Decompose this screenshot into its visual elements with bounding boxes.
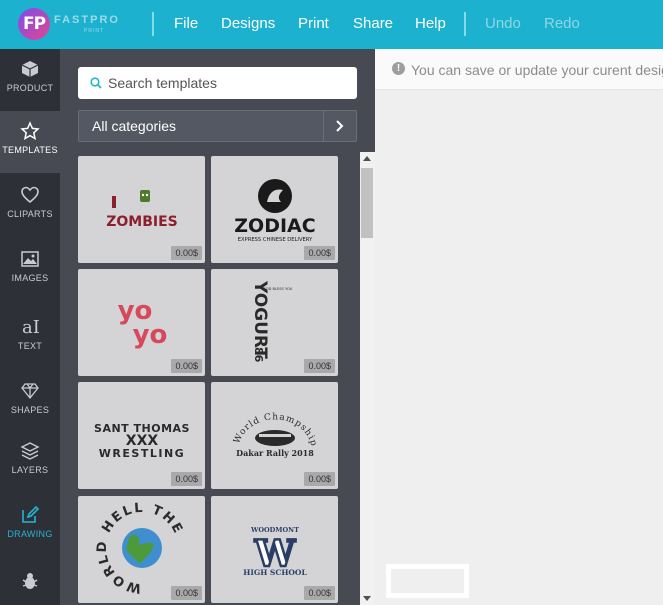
template-card-zombies[interactable]: ZOMBIES 0.00$ <box>78 156 205 263</box>
top-bar: FP FASTPRO PRINT File Designs Print Shar… <box>0 0 663 49</box>
chevron-right-icon <box>336 120 344 132</box>
logo-mark: FP <box>18 8 50 40</box>
template-price: 0.00$ <box>171 586 202 600</box>
scroll-thumb[interactable] <box>361 168 373 238</box>
diamond-icon <box>21 383 39 400</box>
redo-button[interactable]: Redo <box>544 15 580 32</box>
template-text: 86 <box>252 347 265 363</box>
template-card-world-hell-the[interactable]: WORLD HELL THE 0.00$ <box>78 496 205 603</box>
menu-divider <box>152 12 154 36</box>
template-price: 0.00$ <box>304 246 335 260</box>
scroll-up-arrow-icon[interactable] <box>363 156 371 161</box>
rail-text[interactable]: aI TEXT <box>0 305 60 367</box>
search-icon <box>90 77 102 89</box>
menu-file[interactable]: File <box>174 15 198 32</box>
rail-label: SHAPES <box>10 405 50 415</box>
template-subtext: EXPRESS CHINESE DELIVERY <box>238 237 313 243</box>
rail-drawing[interactable]: DRAWING <box>0 495 60 557</box>
logo-subtitle: PRINT <box>84 28 104 34</box>
rail-label: TEXT <box>17 341 43 351</box>
text-icon: aI <box>22 317 40 337</box>
rail-shapes[interactable]: SHAPES <box>0 371 60 433</box>
rail-label: CLIPARTS <box>7 209 53 219</box>
template-card-zodiac[interactable]: ZODIAC EXPRESS CHINESE DELIVERY 0.00$ <box>211 156 338 263</box>
pencil-icon <box>22 505 40 523</box>
tool-rail: PRODUCT TEMPLATES CLIPARTS IMAGES aI TEX… <box>0 49 60 605</box>
star-icon <box>20 121 40 140</box>
category-next-button[interactable] <box>323 111 356 141</box>
bug-icon <box>22 573 38 589</box>
rail-images[interactable]: IMAGES <box>0 239 60 301</box>
scroll-down-arrow-icon[interactable] <box>363 596 371 601</box>
template-price: 0.00$ <box>304 472 335 486</box>
template-subtext: HIGH SCHOOL <box>243 568 307 577</box>
rail-label: LAYERS <box>11 465 49 475</box>
template-card-yogurt[interactable]: YOGURT 86 GOD BLESS YOU 0.00$ <box>211 269 338 376</box>
save-notice: ! You can save or update your curent des… <box>375 49 663 90</box>
template-price: 0.00$ <box>304 586 335 600</box>
info-icon: ! <box>392 62 405 75</box>
template-card-sant-thomas[interactable]: SANT THOMAS XXX WRESTLING 0.00$ <box>78 382 205 489</box>
search-input[interactable] <box>108 73 348 93</box>
template-card-woodmont[interactable]: WOODMONT W HIGH SCHOOL 0.00$ <box>211 496 338 603</box>
category-select[interactable]: All categories <box>78 110 357 142</box>
undo-button[interactable]: Undo <box>485 15 521 32</box>
menu-designs[interactable]: Designs <box>221 15 275 32</box>
rail-label: IMAGES <box>11 273 49 283</box>
layers-icon <box>20 442 40 460</box>
template-price: 0.00$ <box>171 359 202 373</box>
templates-scrollbar[interactable] <box>360 152 375 605</box>
template-text: WRESTLING <box>99 447 185 460</box>
rail-templates[interactable]: TEMPLATES <box>0 111 60 173</box>
image-icon <box>21 251 39 267</box>
cube-icon <box>21 61 39 77</box>
design-workspace[interactable]: ! You can save or update your curent des… <box>375 49 663 605</box>
app-logo[interactable]: FP FASTPRO PRINT <box>18 8 128 40</box>
template-price: 0.00$ <box>171 246 202 260</box>
rail-label: TEMPLATES <box>2 145 58 155</box>
template-text: yo <box>133 320 168 350</box>
template-card-yoyo[interactable]: yo yo 0.00$ <box>78 269 205 376</box>
search-box <box>78 67 357 99</box>
template-card-world-champship[interactable]: World Champship Dakar Rally 2018 0.00$ <box>211 382 338 489</box>
svg-text:aI: aI <box>22 317 40 337</box>
template-subtext: Dakar Rally 2018 <box>236 448 314 458</box>
template-price: 0.00$ <box>304 359 335 373</box>
template-price: 0.00$ <box>171 472 202 486</box>
rail-product[interactable]: PRODUCT <box>0 49 60 111</box>
canvas-thumbnail[interactable] <box>386 564 469 598</box>
rail-label: DRAWING <box>7 529 53 539</box>
rail-label: PRODUCT <box>6 83 54 93</box>
menu-print[interactable]: Print <box>298 15 329 32</box>
rail-layers[interactable]: LAYERS <box>0 431 60 493</box>
template-text: ZOMBIES <box>106 214 178 230</box>
template-text: ZODIAC <box>234 215 315 237</box>
rail-debug[interactable] <box>0 561 60 605</box>
rail-cliparts[interactable]: CLIPARTS <box>0 175 60 237</box>
heart-icon <box>21 186 39 204</box>
menu-help[interactable]: Help <box>415 15 446 32</box>
notice-text: You can save or update your curent desig… <box>411 62 663 78</box>
template-subtext: GOD BLESS YOU <box>263 287 293 291</box>
menu-share[interactable]: Share <box>353 15 393 32</box>
template-grid: ZOMBIES 0.00$ ZODIAC EXPRESS CHINESE DEL… <box>78 156 343 605</box>
logo-name: FASTPRO <box>54 14 120 26</box>
menu-divider <box>464 12 466 36</box>
templates-panel: All categories ZOMBIES 0.00$ ZODIAC EXPR… <box>60 49 375 605</box>
category-label: All categories <box>92 118 177 134</box>
